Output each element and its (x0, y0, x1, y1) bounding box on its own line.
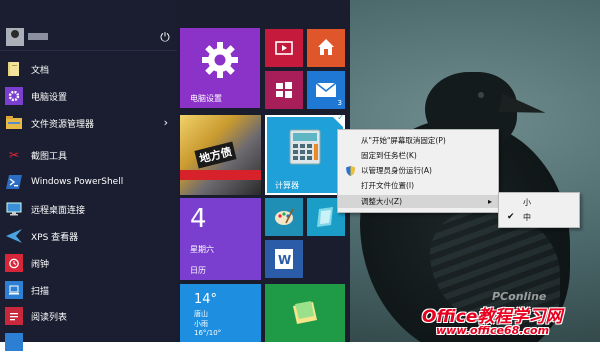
start-left-pane: ⏻ 文档 电脑设置 文件资源管理器 › ✂ 截图工具 Windows Power… (0, 0, 177, 351)
list-item-label: 文档 (31, 65, 50, 76)
tile-sticky-notes[interactable] (265, 284, 345, 342)
tile-label: 日历 (190, 266, 206, 275)
menu-item-open-location[interactable]: 打开文件位置(I) (338, 179, 498, 192)
tile-label: 计算器 (275, 181, 299, 190)
video-icon (275, 40, 293, 59)
xps-icon (5, 227, 23, 245)
app-icon (317, 207, 335, 231)
user-avatar[interactable] (6, 28, 24, 46)
user-name-redacted[interactable] (28, 33, 48, 40)
word-icon: W (275, 249, 293, 273)
menu-item-resize[interactable]: 调整大小(Z) ▸ (338, 195, 498, 208)
menu-item-pin-taskbar[interactable]: 固定到任务栏(K) (338, 149, 498, 162)
list-item-powershell[interactable]: Windows PowerShell (0, 170, 177, 194)
start-menu: ⏻ 文档 电脑设置 文件资源管理器 › ✂ 截图工具 Windows Power… (0, 0, 350, 351)
watermark-url: www.office68.com (436, 324, 550, 337)
sticky-notes-icon (291, 300, 319, 330)
calendar-weekday: 星期六 (190, 245, 214, 254)
calculator-icon (289, 129, 321, 169)
tile-label: 电脑设置 (190, 94, 222, 103)
list-item-label: 扫描 (31, 286, 50, 297)
list-item-alarms[interactable]: 闹钟 (0, 251, 177, 275)
tile-paint[interactable] (265, 198, 303, 236)
submenu-item-medium[interactable]: ✔ 中 (499, 210, 579, 225)
folder-icon (5, 60, 23, 78)
gear-icon (5, 87, 23, 105)
office68-watermark: Office教程学习网 www.office68.com (422, 302, 600, 342)
tile-word[interactable]: W (265, 240, 303, 278)
news-red-strip (180, 170, 261, 180)
list-item-reading-list[interactable]: 阅读列表 (0, 304, 177, 328)
gear-icon (200, 40, 240, 84)
list-item-label: 阅读列表 (31, 312, 68, 323)
menu-item-run-as-admin[interactable]: 以管理员身份运行(A) (338, 164, 498, 177)
submenu-item-small[interactable]: 小 (499, 195, 579, 210)
tile-pc-settings[interactable]: 电脑设置 (180, 28, 260, 108)
list-item-snipping-tool[interactable]: ✂ 截图工具 (0, 143, 177, 167)
list-item-xps-viewer[interactable]: XPS 查看器 (0, 224, 177, 248)
svg-text:W: W (278, 253, 291, 267)
palette-icon (274, 207, 294, 231)
explorer-icon (5, 114, 23, 132)
weather-condition: 小雨 (194, 320, 208, 328)
resize-submenu: 小 ✔ 中 (498, 192, 580, 228)
powershell-icon (5, 173, 23, 191)
list-item-label: 截图工具 (31, 151, 68, 162)
list-item-label: 远程桌面连接 (31, 205, 86, 216)
list-item-label: 电脑设置 (31, 92, 68, 103)
tile-calculator[interactable]: ✓ 计算器 (265, 113, 345, 195)
check-icon: ✓ (337, 113, 344, 122)
remote-desktop-icon (5, 200, 23, 218)
tile-store[interactable] (265, 71, 303, 109)
scissors-icon: ✂ (8, 148, 20, 162)
list-item-file-explorer[interactable]: 文件资源管理器 › (0, 111, 177, 135)
list-item-label: 闹钟 (31, 259, 50, 270)
scan-icon (5, 281, 23, 299)
context-menu: 从"开始"屏幕取消固定(P) 固定到任务栏(K) 以管理员身份运行(A) 打开文… (337, 129, 499, 213)
list-item-remote-desktop[interactable]: 远程桌面连接 (0, 197, 177, 221)
tile-video[interactable] (265, 29, 303, 67)
tile-home[interactable] (307, 29, 345, 67)
list-item-scan[interactable]: 扫描 (0, 278, 177, 302)
list-item-documents[interactable]: 文档 (0, 57, 177, 81)
tile-calendar[interactable]: 4 星期六 日历 (180, 198, 261, 280)
power-icon[interactable]: ⏻ (158, 30, 172, 44)
check-icon: ✔ (507, 212, 515, 222)
list-item-cutoff[interactable] (0, 330, 177, 354)
tile-news[interactable]: 地方债 (180, 115, 261, 195)
list-item-label: Windows PowerShell (31, 177, 124, 187)
menu-divider (0, 50, 177, 51)
home-icon (317, 38, 335, 60)
shield-icon (346, 166, 355, 180)
tile-weather[interactable]: 14° 唐山 小雨 16°/10° (180, 284, 261, 342)
mail-icon (315, 82, 337, 101)
alarm-icon (5, 254, 23, 272)
store-icon (274, 80, 294, 104)
tile-mail[interactable]: 3 (307, 71, 345, 109)
list-item-label: XPS 查看器 (31, 232, 79, 243)
app-icon (5, 333, 23, 351)
list-item-label: 文件资源管理器 (31, 119, 95, 130)
crow-eye (478, 92, 484, 98)
list-item-pc-settings[interactable]: 电脑设置 (0, 84, 177, 108)
chevron-right-icon[interactable]: › (164, 116, 168, 129)
calendar-day: 4 (190, 204, 207, 234)
weather-range: 16°/10° (194, 329, 222, 337)
chevron-right-icon: ▸ (487, 197, 492, 206)
weather-temp: 14° (194, 292, 218, 307)
mail-count-badge: 3 (337, 99, 342, 107)
reading-list-icon (5, 307, 23, 325)
weather-city: 唐山 (194, 310, 208, 318)
menu-item-unpin[interactable]: 从"开始"屏幕取消固定(P) (338, 134, 498, 147)
